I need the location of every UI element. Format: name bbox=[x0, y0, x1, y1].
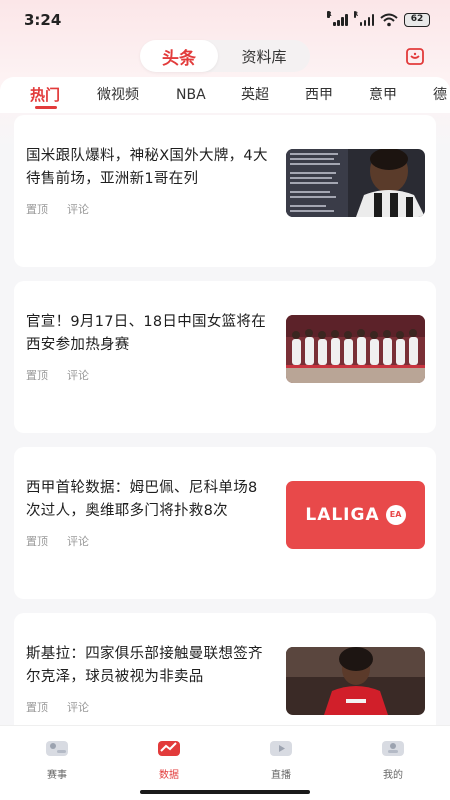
news-thumbnail bbox=[286, 647, 425, 715]
status-time: 3:24 bbox=[24, 11, 62, 29]
nav-events[interactable]: 赛事 bbox=[27, 736, 87, 781]
news-meta: 置顶 评论 bbox=[26, 533, 89, 549]
profile-icon bbox=[382, 741, 404, 756]
comment-label[interactable]: 评论 bbox=[67, 533, 89, 549]
status-bar: 3:24 R R 62 bbox=[0, 0, 450, 40]
comment-label[interactable]: 评论 bbox=[67, 201, 89, 217]
nav-label: 赛事 bbox=[47, 770, 67, 781]
news-thumbnail bbox=[286, 315, 425, 383]
news-card[interactable]: 斯基拉：四家俱乐部接触曼联想签齐尔克泽，球员被视为非卖品 置顶 评论 bbox=[14, 613, 436, 725]
inbox-icon[interactable] bbox=[404, 46, 426, 68]
pin-label: 置顶 bbox=[26, 535, 48, 548]
news-title: 斯基拉：四家俱乐部接触曼联想签齐尔克泽，球员被视为非卖品 bbox=[26, 646, 263, 685]
team-lineup-image bbox=[286, 315, 425, 383]
nav-live[interactable]: 直播 bbox=[251, 736, 311, 781]
tab-database[interactable]: 资料库 bbox=[218, 40, 310, 72]
wifi-icon bbox=[380, 13, 398, 27]
laliga-logo: LALIGA bbox=[305, 505, 380, 525]
ea-badge-icon: EA bbox=[385, 505, 406, 525]
nav-profile[interactable]: 我的 bbox=[363, 736, 423, 781]
news-feed: 国米跟队爆料，神秘X国外大牌，4大待售前场，亚洲新1哥在列 置顶 评论 官宣！9… bbox=[0, 113, 450, 725]
status-icons: R R 62 bbox=[327, 11, 430, 27]
tab-headlines[interactable]: 头条 bbox=[140, 40, 218, 72]
category-active-indicator bbox=[35, 106, 57, 109]
data-chart-icon bbox=[158, 741, 180, 756]
player-red-kit-image bbox=[286, 647, 425, 715]
news-meta: 置顶 评论 bbox=[26, 201, 89, 217]
category-tab-epl[interactable]: 英超 bbox=[241, 77, 269, 113]
news-card[interactable]: 官宣！9月17日、18日中国女篮将在西安参加热身赛 置顶 评论 bbox=[14, 281, 436, 433]
nav-data[interactable]: 数据 bbox=[139, 736, 199, 781]
news-thumbnail bbox=[286, 149, 425, 217]
comment-label[interactable]: 评论 bbox=[67, 367, 89, 383]
home-indicator bbox=[140, 790, 310, 794]
news-meta: 置顶 评论 bbox=[26, 367, 89, 383]
nav-label: 我的 bbox=[383, 770, 403, 781]
category-tab-nba[interactable]: NBA bbox=[176, 77, 206, 113]
news-title: 官宣！9月17日、18日中国女篮将在西安参加热身赛 bbox=[26, 314, 267, 353]
pin-label: 置顶 bbox=[26, 203, 48, 216]
events-icon bbox=[46, 741, 68, 756]
battery-icon: 62 bbox=[404, 13, 430, 27]
nav-label: 数据 bbox=[159, 770, 179, 781]
news-thumbnail: LALIGA EA bbox=[286, 481, 425, 549]
news-card[interactable]: 西甲首轮数据：姆巴佩、尼科单场8次过人，奥维耶多门将扑救8次 置顶 评论 LAL… bbox=[14, 447, 436, 599]
category-tabs: 热门 微视频 NBA 英超 西甲 意甲 德 bbox=[0, 77, 450, 113]
pin-label: 置顶 bbox=[26, 369, 48, 382]
soccer-player-image bbox=[286, 149, 425, 217]
category-tab-bundesliga[interactable]: 德 bbox=[433, 77, 447, 113]
top-tab-switcher: 头条 资料库 bbox=[140, 40, 310, 72]
live-play-icon bbox=[270, 741, 292, 756]
pin-label: 置顶 bbox=[26, 701, 48, 714]
category-tab-seriea[interactable]: 意甲 bbox=[369, 77, 397, 113]
news-card[interactable]: 国米跟队爆料，神秘X国外大牌，4大待售前场，亚洲新1哥在列 置顶 评论 bbox=[14, 115, 436, 267]
news-meta: 置顶 评论 bbox=[26, 699, 89, 715]
news-title: 西甲首轮数据：姆巴佩、尼科单场8次过人，奥维耶多门将扑救8次 bbox=[26, 480, 258, 519]
signal-icon: R bbox=[327, 11, 348, 26]
news-title: 国米跟队爆料，神秘X国外大牌，4大待售前场，亚洲新1哥在列 bbox=[26, 148, 268, 187]
signal-icon-2: R bbox=[353, 11, 374, 26]
bottom-navigation: 赛事 数据 直播 我的 bbox=[0, 725, 450, 800]
category-tab-video[interactable]: 微视频 bbox=[97, 77, 139, 113]
nav-label: 直播 bbox=[271, 770, 291, 781]
category-tab-laliga[interactable]: 西甲 bbox=[305, 77, 333, 113]
comment-label[interactable]: 评论 bbox=[67, 699, 89, 715]
